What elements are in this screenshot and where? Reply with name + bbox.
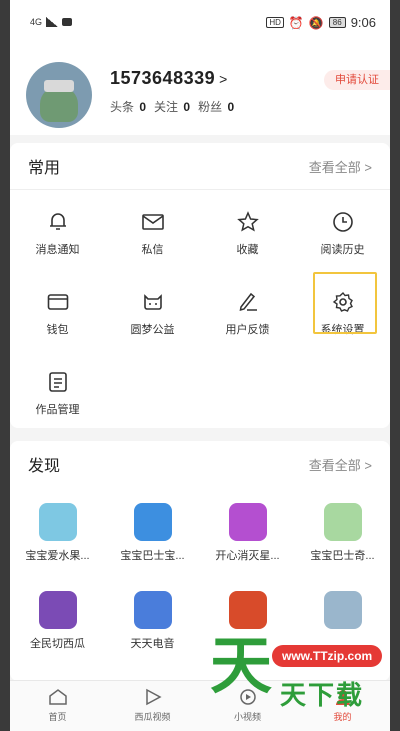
grid-item-wallet[interactable]: 钱包 — [10, 281, 105, 351]
chevron-right-icon: > — [219, 71, 228, 87]
app-label: 宝宝巴士宝... — [120, 550, 185, 562]
watermark: 天 www.TTzip.com 天下载 — [210, 635, 400, 725]
app-item[interactable]: 开心消灭星... — [200, 493, 295, 573]
profile-stats: 头条 0 关注 0 粉丝 0 — [110, 98, 234, 115]
sim-icon — [62, 18, 73, 26]
home-icon — [47, 687, 69, 707]
grid-item-feedback[interactable]: 用户反馈 — [200, 281, 295, 351]
grid-item-works[interactable]: 作品管理 — [10, 361, 105, 431]
grid-item-label: 收藏 — [236, 244, 259, 256]
stat-fans[interactable]: 粉丝 0 — [198, 98, 234, 115]
discover-section-header: 发现 查看全部 > — [28, 441, 372, 487]
nav-home[interactable]: 首页 — [10, 681, 105, 731]
grid-item-label: 阅读历史 — [320, 244, 365, 256]
grid-item-messages[interactable]: 私信 — [105, 201, 200, 271]
grid-item-favorites[interactable]: 收藏 — [200, 201, 295, 271]
grid-item-label: 钱包 — [46, 324, 69, 336]
see-all-link[interactable]: 查看全部 > — [309, 157, 372, 176]
grid-item-notifications[interactable]: 消息通知 — [10, 201, 105, 271]
app-item[interactable]: 全民切西瓜 — [10, 581, 105, 661]
app-icon — [133, 503, 172, 541]
app-label: 宝宝巴士奇... — [310, 550, 375, 562]
screen: 4G HD ⏰ 🔕 86 9:06 1573648339 > 头条 0 关注 0 … — [10, 0, 390, 731]
clock-time: 9:06 — [350, 15, 376, 30]
nav-label: 首页 — [48, 712, 67, 722]
app-item[interactable]: 宝宝巴士奇... — [295, 493, 390, 573]
grid-item-label: 消息通知 — [35, 244, 80, 256]
clock-icon — [330, 209, 356, 235]
grid-item-label: 圆梦公益 — [130, 324, 175, 336]
document-icon — [45, 369, 71, 395]
nav-xigua-video[interactable]: 西瓜视频 — [105, 681, 200, 731]
app-icon — [38, 503, 77, 541]
highlight-box — [313, 272, 377, 334]
grid-item-label: 私信 — [141, 244, 164, 256]
grid-item-history[interactable]: 阅读历史 — [295, 201, 390, 271]
section-title: 发现 — [28, 458, 61, 475]
grid-item-label: 用户反馈 — [225, 324, 270, 336]
app-item[interactable]: 天天电音 — [105, 581, 200, 661]
stat-toutiao[interactable]: 头条 0 — [110, 98, 146, 115]
status-right: HD ⏰ 🔕 86 9:06 — [266, 15, 376, 30]
battery-indicator: 86 — [328, 17, 346, 28]
alarm-icon: ⏰ — [288, 15, 304, 30]
watermark-logo-char: 天 — [210, 629, 273, 702]
stat-value: 0 — [183, 100, 191, 114]
app-icon — [133, 591, 172, 629]
mute-icon: 🔕 — [308, 15, 324, 30]
stat-following[interactable]: 关注 0 — [154, 98, 190, 115]
network-label: 4G — [30, 17, 43, 27]
nav-label: 西瓜视频 — [134, 712, 171, 722]
app-icon — [228, 503, 267, 541]
mail-icon — [140, 209, 166, 235]
charity-icon — [140, 289, 166, 315]
hd-badge: HD — [266, 17, 284, 28]
app-label: 开心消灭星... — [215, 550, 280, 562]
bell-icon — [45, 209, 71, 235]
watermark-text: 天下载 — [280, 680, 365, 710]
grid-item-label: 作品管理 — [35, 404, 80, 416]
pen-icon — [235, 289, 261, 315]
avatar[interactable] — [26, 62, 92, 128]
username-text: 1573648339 — [110, 68, 216, 88]
signal-icon — [46, 17, 59, 27]
stat-value: 0 — [227, 100, 235, 114]
star-icon — [235, 209, 261, 235]
status-left: 4G — [30, 17, 73, 27]
grid-item-charity[interactable]: 圆梦公益 — [105, 281, 200, 351]
stat-label: 头条 — [110, 100, 135, 114]
username[interactable]: 1573648339 > — [110, 68, 228, 89]
app-icon — [38, 591, 77, 629]
app-label: 天天电音 — [130, 638, 175, 650]
app-item[interactable]: 宝宝爱水果... — [10, 493, 105, 573]
apply-certification-button[interactable]: 申请认证 — [324, 70, 390, 90]
app-label: 全民切西瓜 — [30, 638, 85, 650]
stat-value: 0 — [139, 100, 147, 114]
app-item[interactable]: 宝宝巴士宝... — [105, 493, 200, 573]
see-all-link[interactable]: 查看全部 > — [309, 455, 372, 474]
app-label: 宝宝爱水果... — [25, 550, 90, 562]
section-title: 常用 — [28, 160, 61, 177]
status-bar: 4G HD ⏰ 🔕 86 9:06 — [10, 0, 390, 50]
avatar-hat — [44, 80, 74, 92]
common-section: 常用 查看全部 > 消息通知 私信 收藏 阅读历史 钱包 圆梦公益 用户反馈 系… — [10, 143, 390, 428]
stat-label: 关注 — [154, 100, 179, 114]
watermark-url: www.TTzip.com — [272, 645, 383, 667]
play-icon — [142, 687, 164, 707]
wallet-icon — [45, 289, 71, 315]
common-section-header: 常用 查看全部 > — [28, 143, 372, 189]
stat-label: 粉丝 — [198, 100, 223, 114]
profile-header: 1573648339 > 头条 0 关注 0 粉丝 0 申请认证 — [10, 50, 390, 135]
app-icon — [323, 591, 362, 629]
app-icon — [228, 591, 267, 629]
app-icon — [323, 503, 362, 541]
divider — [10, 189, 390, 190]
